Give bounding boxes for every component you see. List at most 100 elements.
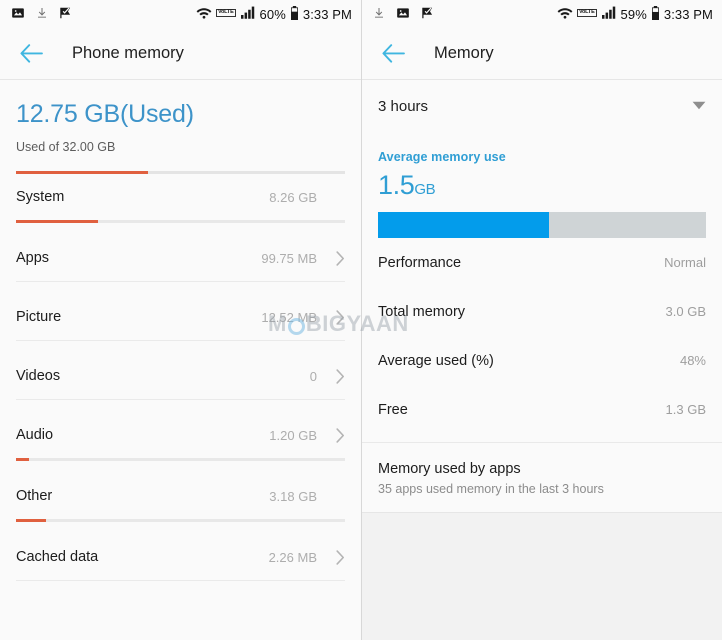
- memory-stat-label: Total memory: [378, 303, 466, 320]
- storage-row-progress: [16, 458, 345, 461]
- storage-row-value: 1.20 GB: [269, 427, 317, 443]
- clock-label: 3:33 PM: [302, 6, 352, 22]
- image-icon: [11, 6, 25, 23]
- memory-stat-label: Average used (%): [378, 352, 494, 369]
- storage-row-divider: [16, 580, 345, 581]
- table-row: Videos 0: [16, 353, 345, 399]
- flag-check-icon: [421, 6, 435, 23]
- status-system-icons: VoLTE 60% 3:33 PM: [196, 5, 352, 23]
- table-row: Other 3.18 GB: [16, 473, 345, 519]
- storage-row-divider: [16, 340, 345, 341]
- app-bar-right: Memory: [362, 28, 722, 80]
- status-bar-left: VoLTE 60% 3:33 PM: [0, 0, 361, 28]
- memory-stat-value: 3.0 GB: [665, 304, 706, 319]
- total-storage-label: Used of 32.00 GB: [16, 140, 116, 154]
- storage-row-picture[interactable]: Picture 12.52 MB: [0, 294, 361, 341]
- storage-row-label: Cached data: [16, 549, 99, 565]
- storage-row-label: System: [16, 189, 65, 205]
- wifi-icon: [196, 6, 212, 22]
- storage-row-progress: [16, 519, 345, 522]
- status-bar-right: VoLTE 59% 3:33 PM: [362, 0, 722, 28]
- status-notification-icons: [373, 6, 435, 23]
- storage-row-value: 0: [309, 368, 317, 384]
- chevron-right-icon[interactable]: [323, 368, 345, 384]
- memory-used-by-apps[interactable]: Memory used by apps 35 apps used memory …: [362, 443, 722, 512]
- memory-used-by-apps-title: Memory used by apps: [378, 461, 521, 477]
- storage-row-divider: [16, 281, 345, 282]
- volte-icon: VoLTE: [576, 8, 597, 18]
- table-row: Cached data 2.26 MB: [16, 534, 345, 580]
- clock-label: 3:33 PM: [663, 6, 713, 22]
- storage-row-value: 3.18 GB: [269, 488, 317, 504]
- chevron-down-icon: [692, 97, 706, 115]
- storage-row-value: 12.52 MB: [261, 309, 317, 325]
- storage-row-system: System 8.26 GB: [0, 174, 361, 223]
- battery-percent-label: 60%: [259, 6, 286, 22]
- storage-row-value: 8.26 GB: [269, 189, 317, 205]
- storage-row-label: Picture: [16, 309, 62, 325]
- storage-row-label: Other: [16, 488, 53, 504]
- memory-screen: VoLTE 59% 3:33 PM Memory 3 hours Average…: [361, 0, 722, 640]
- storage-row-label: Audio: [16, 427, 54, 443]
- storage-row-value: 2.26 MB: [268, 549, 317, 565]
- storage-category-list: System 8.26 GB Apps 99.75 MB Picture 12.52 MB…: [0, 174, 361, 581]
- storage-row-progress-fill: [16, 519, 46, 522]
- memory-stat-value: 48%: [679, 353, 706, 368]
- download-icon: [36, 6, 48, 23]
- storage-row-progress-fill: [16, 220, 99, 223]
- chevron-right-icon[interactable]: [323, 549, 345, 565]
- average-memory-unit: GB: [414, 181, 436, 198]
- time-period-label: 3 hours: [378, 97, 429, 115]
- used-storage-value: 12.75 GB(Used): [16, 100, 194, 128]
- storage-row-apps[interactable]: Apps 99.75 MB: [0, 235, 361, 282]
- battery-percent-label: 59%: [620, 6, 647, 22]
- average-memory-value-group: 1.5GB: [378, 170, 706, 201]
- storage-summary: 12.75 GB(Used) Used of 32.00 GB: [0, 80, 361, 174]
- average-memory-value: 1.5: [378, 170, 415, 200]
- storage-row-other: Other 3.18 GB: [0, 473, 361, 522]
- chevron-right-icon[interactable]: [323, 309, 345, 325]
- memory-stat-average-used: Average used (%) 48%: [362, 336, 722, 385]
- phone-memory-screen: VoLTE 60% 3:33 PM Phone memory 12.75 GB(…: [0, 0, 361, 640]
- back-button[interactable]: [16, 39, 46, 69]
- flag-check-icon: [59, 6, 73, 23]
- table-row: Apps 99.75 MB: [16, 235, 345, 281]
- table-row: Picture 12.52 MB: [16, 294, 345, 340]
- signal-bars-icon: [240, 6, 256, 22]
- app-bar-left: Phone memory: [0, 28, 361, 80]
- average-memory-progress-fill: [378, 212, 549, 238]
- phone-memory-content: 12.75 GB(Used) Used of 32.00 GB System 8.…: [0, 80, 361, 581]
- battery-icon: [651, 5, 660, 23]
- storage-row-label: Apps: [16, 250, 50, 266]
- total-storage-progress-fill: [16, 171, 148, 174]
- average-memory-progress: [378, 212, 706, 238]
- memory-stat-label: Performance: [378, 254, 462, 271]
- memory-stat-label: Free: [378, 401, 408, 418]
- battery-icon: [290, 5, 299, 23]
- chevron-right-icon[interactable]: [323, 250, 345, 266]
- download-icon: [373, 6, 385, 23]
- time-period-selector[interactable]: 3 hours: [362, 80, 722, 132]
- storage-row-cached-data[interactable]: Cached data 2.26 MB: [0, 534, 361, 581]
- storage-row-value: 99.75 MB: [261, 250, 317, 266]
- chevron-right-icon[interactable]: [323, 427, 345, 443]
- image-icon: [396, 6, 410, 23]
- memory-stat-value: Normal: [664, 255, 706, 270]
- status-system-icons: VoLTE 59% 3:33 PM: [557, 5, 713, 23]
- average-memory-block: Average memory use 1.5GB: [362, 132, 722, 238]
- wifi-icon: [557, 6, 573, 22]
- signal-bars-icon: [601, 6, 617, 22]
- storage-row-progress-fill: [16, 458, 30, 461]
- total-storage-progress: [16, 171, 345, 174]
- page-background-fill: [362, 513, 722, 640]
- storage-row-videos[interactable]: Videos 0: [0, 353, 361, 400]
- memory-stat-performance: Performance Normal: [362, 238, 722, 287]
- volte-icon: VoLTE: [215, 8, 236, 18]
- memory-stat-total-memory: Total memory 3.0 GB: [362, 287, 722, 336]
- table-row: Audio 1.20 GB: [16, 412, 345, 458]
- screenshot-root: VoLTE 60% 3:33 PM Phone memory 12.75 GB(…: [0, 0, 722, 640]
- status-notification-icons: [11, 6, 73, 23]
- memory-stats-list: Performance Normal Total memory 3.0 GB Avera…: [362, 238, 722, 443]
- back-button[interactable]: [378, 39, 408, 69]
- storage-row-audio[interactable]: Audio 1.20 GB: [0, 412, 361, 461]
